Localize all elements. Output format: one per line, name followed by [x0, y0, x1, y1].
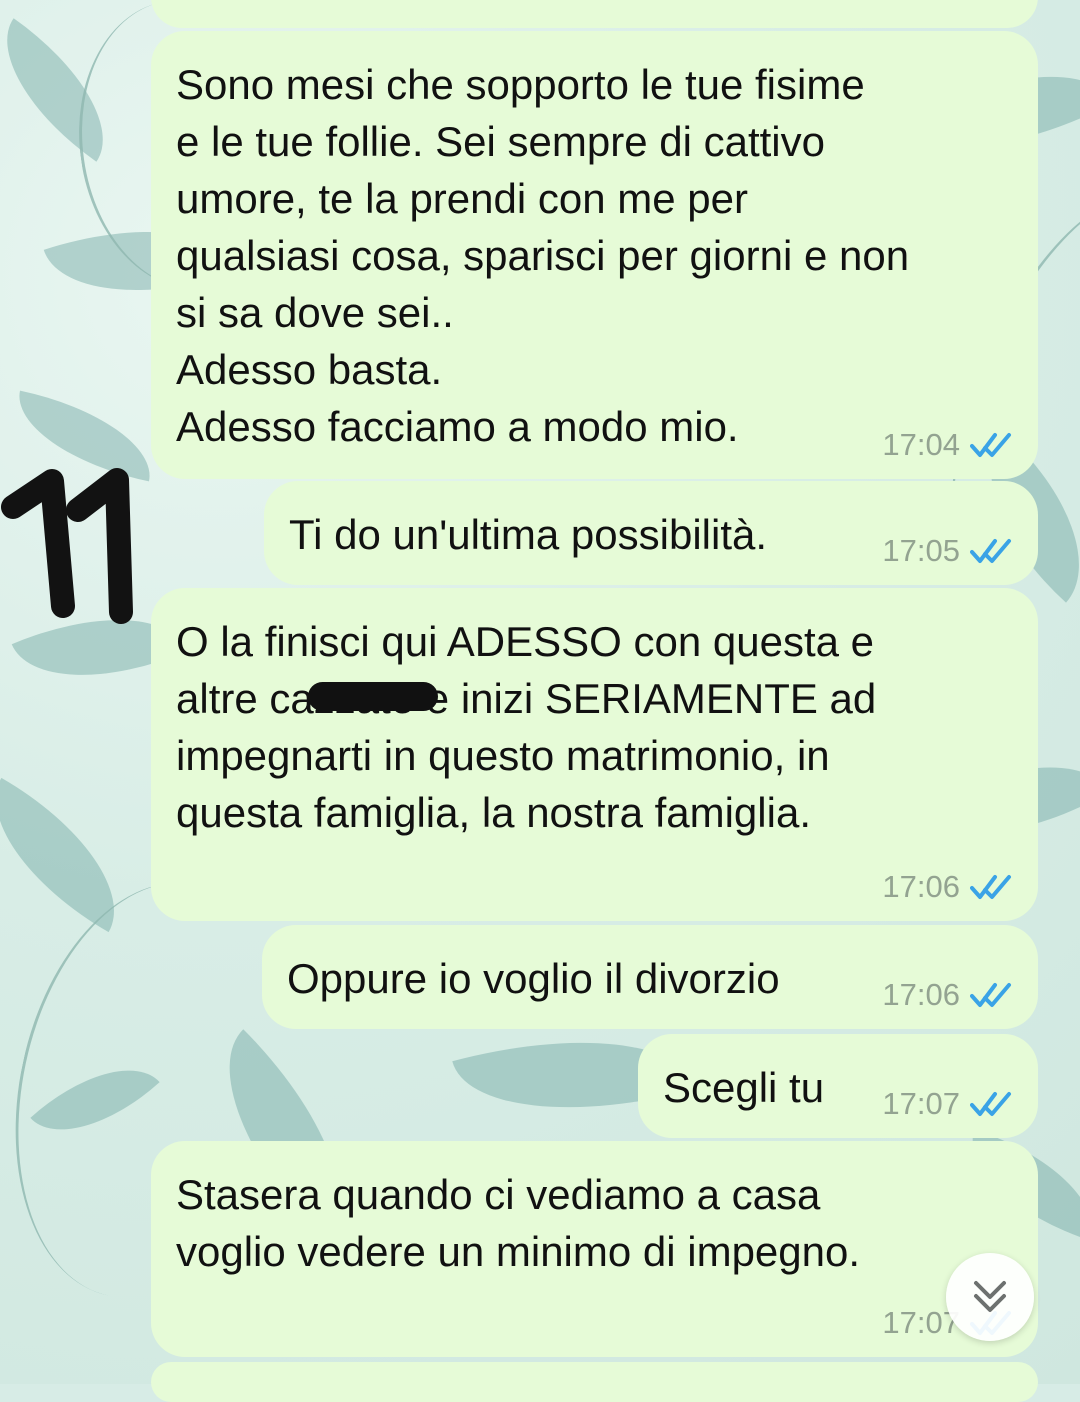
message-meta: 17:04	[882, 429, 1014, 461]
double-check-icon	[970, 539, 1011, 563]
scroll-down-button[interactable]	[946, 1253, 1034, 1341]
previous-message-bubble[interactable]	[151, 0, 1038, 28]
sent-message-bubble[interactable]: Sono mesi che sopporto le tue fisime e l…	[151, 31, 1038, 479]
redaction-mark	[308, 682, 438, 711]
double-check-icon	[970, 983, 1011, 1007]
message-time: 17:07	[882, 1086, 960, 1121]
message-time: 17:05	[882, 533, 960, 568]
sent-message-bubble[interactable]: O la finisci qui ADESSO con questa e alt…	[151, 588, 1038, 921]
message-time: 17:06	[882, 977, 960, 1012]
double-check-icon	[970, 433, 1011, 457]
message-meta: 17:05	[882, 535, 1014, 567]
sent-message-bubble[interactable]: Stasera quando ci vediamo a casa voglio …	[151, 1141, 1038, 1357]
sent-message-bubble[interactable]: Scegli tu 17:07	[638, 1034, 1038, 1138]
message-meta: 17:07	[882, 1088, 1014, 1120]
handwritten-number-annotation	[1, 468, 133, 624]
double-check-icon	[970, 1092, 1011, 1116]
sent-message-bubble[interactable]: Ti do un'ultima possibilità. 17:05	[264, 481, 1038, 585]
message-time: 17:06	[882, 869, 960, 904]
message-list[interactable]: Sono mesi che sopporto le tue fisime e l…	[0, 0, 1080, 1402]
chevron-double-down-icon	[974, 1281, 1006, 1312]
message-text: O la finisci qui ADESSO con questa e alt…	[176, 618, 877, 836]
message-time: 17:04	[882, 427, 960, 462]
sent-message-bubble[interactable]: Oppure io voglio il divorzio 17:06	[262, 925, 1038, 1029]
next-message-bubble[interactable]	[151, 1362, 1038, 1402]
double-check-icon	[970, 875, 1011, 899]
message-text: Sono mesi che sopporto le tue fisime e l…	[176, 61, 910, 450]
message-meta: 17:06	[882, 871, 1014, 903]
message-text: Stasera quando ci vediamo a casa voglio …	[176, 1171, 861, 1275]
message-meta: 17:06	[882, 979, 1014, 1011]
